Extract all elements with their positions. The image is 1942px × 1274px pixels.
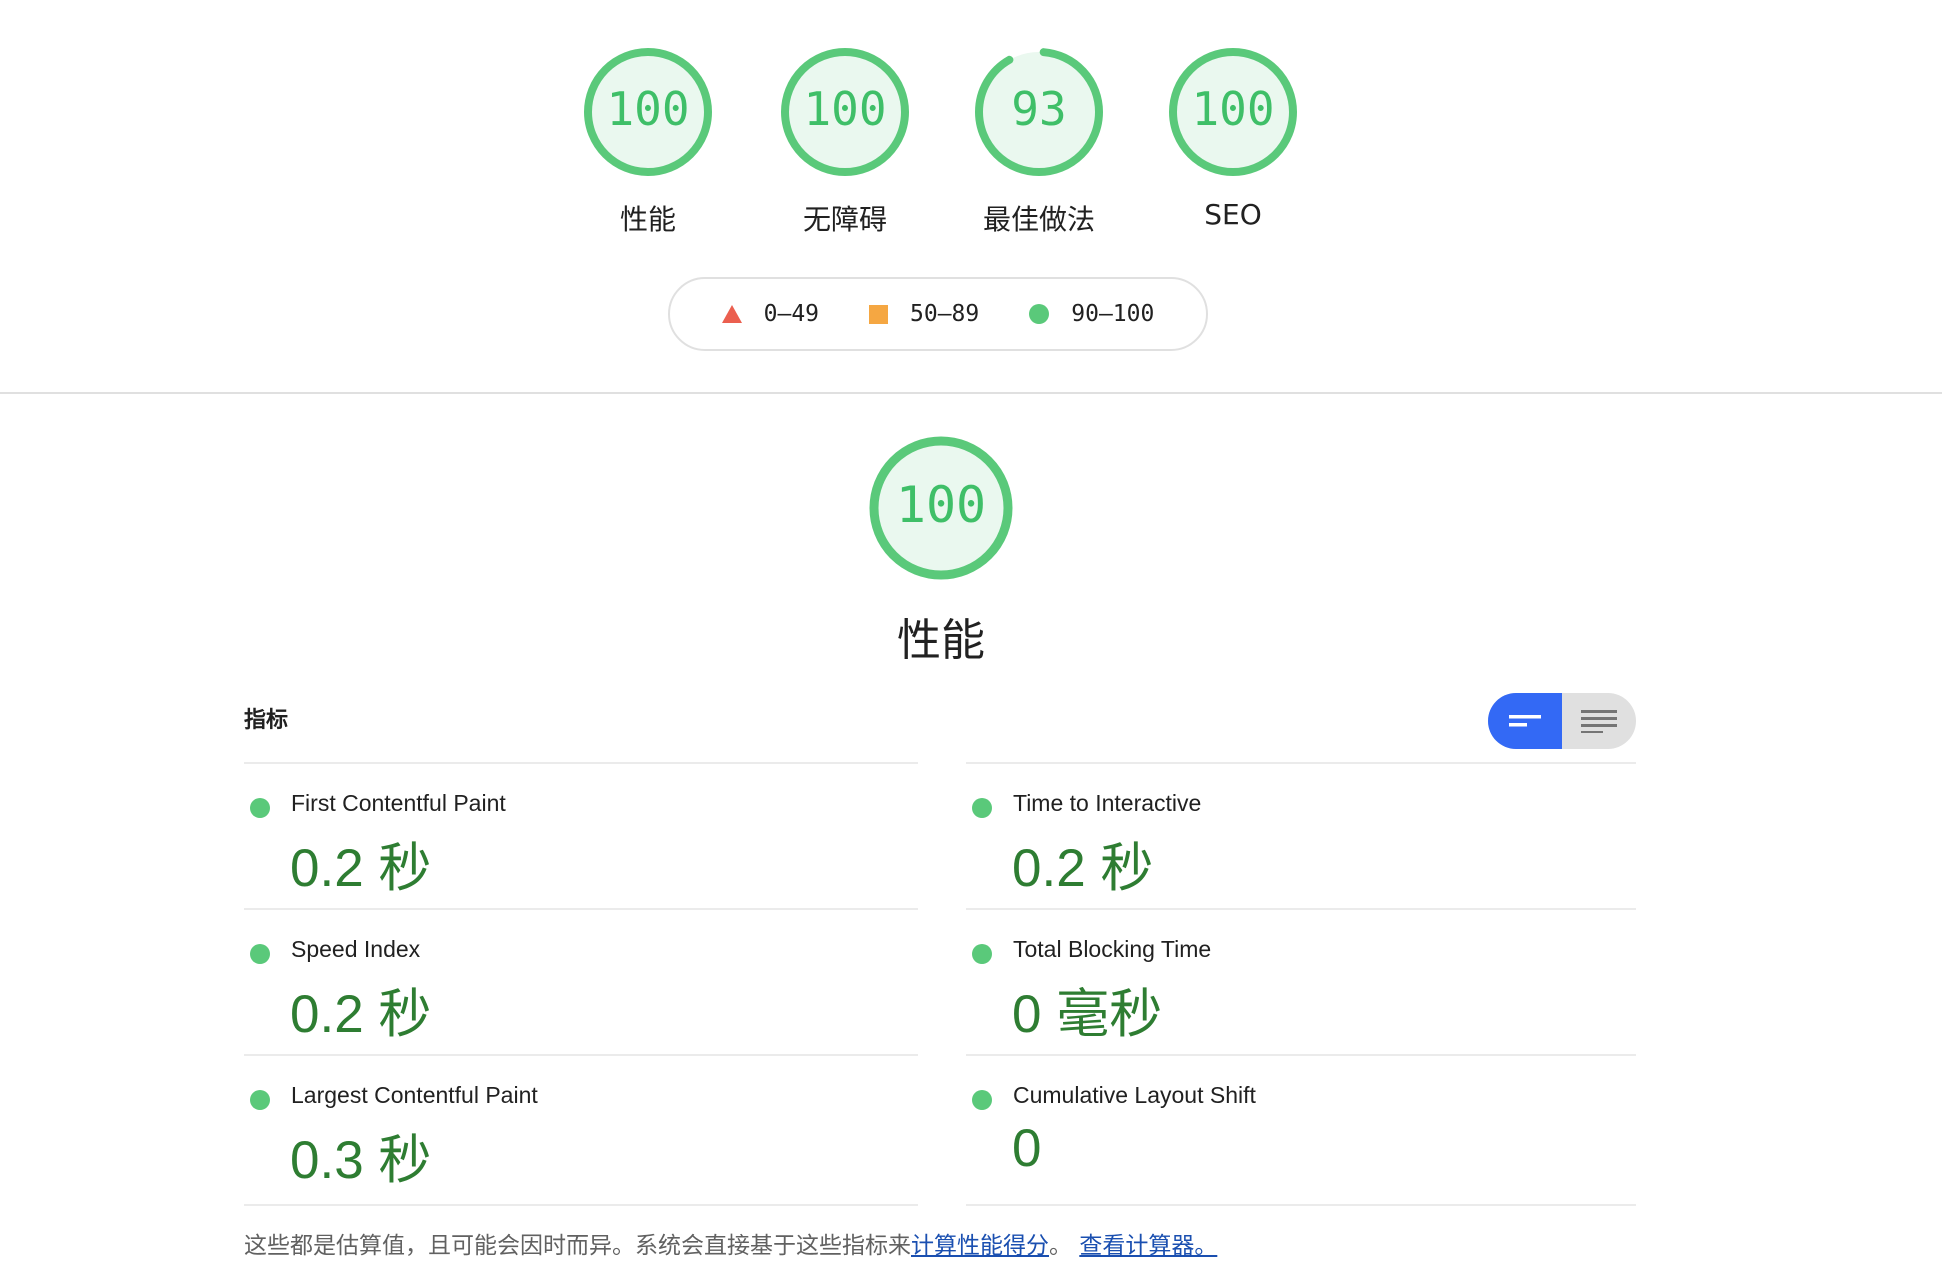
gauge-seo[interactable]: 100 SEO [1167,46,1299,231]
pass-circle-icon [250,798,270,818]
metric-name: First Contentful Paint [291,790,506,816]
metrics-view-toggle[interactable] [1488,693,1636,749]
metric-time-to-interactive: Time to Interactive 0.2 秒 [966,762,1636,908]
category-summary: 100 性能 100 无障碍 93 最佳做法 100 SEO 0–49 50–8… [0,0,1942,393]
gauge-score: 100 [606,82,690,136]
legend-pass-label: 90–100 [1071,301,1155,327]
metric-total-blocking-time: Total Blocking Time 0 毫秒 [966,908,1636,1054]
metric-name: Total Blocking Time [1013,936,1212,962]
legend-average-label: 50–89 [910,301,980,327]
legend-average: 50–89 [869,301,979,327]
metric-cumulative-layout-shift: Cumulative Layout Shift 0 [966,1054,1636,1200]
metric-value: 0.3 秒 [290,1131,432,1190]
metrics-bottom-divider [244,1204,918,1206]
pass-circle-icon [972,798,992,818]
metric-first-contentful-paint: First Contentful Paint 0.2 秒 [244,762,918,908]
expanded-view-button[interactable] [1562,693,1636,749]
pass-circle-icon [972,1090,992,1110]
metrics-column-right: Time to Interactive 0.2 秒 Total Blocking… [966,762,1636,1200]
metric-value: 0.2 秒 [290,985,432,1044]
compact-view-icon [1509,715,1541,727]
metric-value: 0.2 秒 [290,839,432,898]
pass-circle-icon [250,1090,270,1110]
gauge-accessibility[interactable]: 100 无障碍 [779,46,911,236]
metric-name: Speed Index [291,936,421,962]
view-calculator-link[interactable]: 查看计算器。 [1079,1233,1217,1259]
triangle-icon [721,305,742,323]
legend-pass: 90–100 [1029,301,1154,327]
circle-icon [1029,304,1050,324]
performance-gauge: 100 [867,434,1015,582]
metric-value: 0 毫秒 [1012,985,1163,1044]
footnote-text: 这些都是估算值，且可能会因时而异。系统会直接基于这些指标来 [244,1233,911,1259]
metric-value: 0 [1012,1119,1042,1178]
footnote-separator: 。 [1049,1233,1072,1259]
metrics-header: 指标 [244,708,289,733]
performance-title: 性能 [897,615,985,666]
section-divider [0,392,1942,394]
metric-speed-index: Speed Index 0.2 秒 [244,908,918,1054]
metric-name: Largest Contentful Paint [291,1082,538,1108]
metrics-column-left: First Contentful Paint 0.2 秒 Speed Index… [244,762,918,1200]
score-scale-legend: 0–49 50–89 90–100 [668,277,1208,351]
performance-score: 100 [895,476,987,534]
pass-circle-icon [972,944,992,964]
calculate-score-link[interactable]: 计算性能得分 [911,1233,1049,1259]
expanded-view-icon [1581,710,1617,733]
gauge-score: 100 [1191,82,1275,136]
gauge-best-practices[interactable]: 93 最佳做法 [973,46,1105,236]
gauge-score: 100 [803,82,887,136]
metric-value: 0.2 秒 [1012,839,1154,898]
metric-name: Cumulative Layout Shift [1013,1082,1256,1108]
gauge-score: 93 [1011,82,1067,136]
metrics-bottom-divider [966,1204,1636,1206]
square-icon [869,304,889,324]
metric-name: Time to Interactive [1013,790,1202,816]
compact-view-button[interactable] [1488,693,1562,749]
legend-fail: 0–49 [721,301,820,327]
metrics-footnote: 这些都是估算值，且可能会因时而异。系统会直接基于这些指标来计算性能得分。 查看计… [244,1226,1217,1260]
gauge-performance[interactable]: 100 性能 [582,46,714,236]
metric-largest-contentful-paint: Largest Contentful Paint 0.3 秒 [244,1054,918,1200]
pass-circle-icon [250,944,270,964]
legend-fail-label: 0–49 [763,301,820,327]
gauge-label: SEO [1204,198,1262,231]
